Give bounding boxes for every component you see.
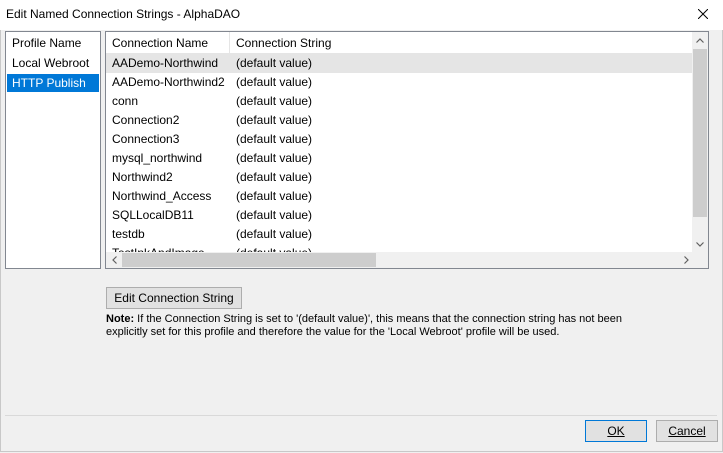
scroll-up-button[interactable] [692,32,708,48]
ok-button[interactable]: OK [585,420,647,442]
column-header-connection-string[interactable]: Connection String [236,36,331,50]
close-button[interactable] [693,4,713,24]
horizontal-scroll-thumb[interactable] [122,253,376,267]
horizontal-scrollbar[interactable] [106,252,694,268]
connection-name-cell: AADemo-Northwind [112,56,219,70]
edit-connection-string-button[interactable]: Edit Connection String [106,287,242,309]
vertical-scroll-thumb[interactable] [693,49,707,217]
profile-item-http-publish[interactable]: HTTP Publish [7,74,99,92]
table-row[interactable]: conn (default value) [106,92,694,111]
profile-item-local-webroot[interactable]: Local Webroot [7,54,99,72]
note-body: If the Connection String is set to '(def… [106,313,622,338]
connection-name-cell: Connection3 [112,132,180,146]
column-header-connection-name[interactable]: Connection Name [112,36,208,50]
connection-name-cell: testdb [112,227,145,241]
connection-string-cell: (default value) [236,189,313,203]
column-divider[interactable] [229,32,230,53]
note-text: Note: If the Connection String is set to… [106,313,626,339]
chevron-up-icon [696,37,704,43]
scroll-down-button[interactable] [692,236,708,252]
table-row[interactable]: AADemo-Northwind2 (default value) [106,73,694,92]
connection-string-cell: (default value) [236,170,313,184]
connection-grid[interactable]: Connection Name Connection String AADemo… [105,31,709,269]
footer-divider [5,415,717,416]
window-title: Edit Named Connection Strings - AlphaDAO [6,7,241,21]
scrollbar-corner [692,252,708,268]
scroll-left-button[interactable] [106,252,122,268]
table-row[interactable]: Northwind2 (default value) [106,168,694,187]
connection-string-cell: (default value) [236,227,313,241]
ok-label: OK [607,424,625,438]
connection-name-cell: mysql_northwind [112,151,203,165]
connection-string-cell: (default value) [236,132,313,146]
connection-name-cell: SQLLocalDB11 [112,208,194,222]
profile-list[interactable]: Profile Name Local Webroot HTTP Publish [5,31,101,269]
profile-list-header: Profile Name [12,36,82,50]
edit-connection-string-label: Edit Connection String [114,291,234,305]
grid-rows: AADemo-Northwind (default value) AADemo-… [106,54,694,254]
connection-string-cell: (default value) [236,151,313,165]
table-row[interactable]: Connection2 (default value) [106,111,694,130]
connection-name-cell: Connection2 [112,113,180,127]
table-row[interactable]: testdb (default value) [106,225,694,244]
table-row[interactable]: SQLLocalDB11 (default value) [106,206,694,225]
chevron-right-icon [683,256,689,264]
connection-string-cell: (default value) [236,56,313,70]
close-icon [698,9,708,19]
note-label: Note: [106,313,135,325]
connection-string-cell: (default value) [236,94,313,108]
connection-name-cell: Northwind2 [112,170,173,184]
table-row[interactable]: AADemo-Northwind (default value) [106,54,694,73]
chevron-down-icon [696,241,704,247]
chevron-left-icon [111,256,117,264]
table-row[interactable]: Connection3 (default value) [106,130,694,149]
table-row[interactable]: mysql_northwind (default value) [106,149,694,168]
connection-name-cell: AADemo-Northwind2 [112,75,225,89]
table-row[interactable]: Northwind_Access (default value) [106,187,694,206]
connection-string-cell: (default value) [236,208,313,222]
cancel-label: Cancel [668,424,706,438]
grid-header: Connection Name Connection String [106,32,694,54]
cancel-button[interactable]: Cancel [656,420,718,442]
connection-name-cell: Northwind_Access [112,189,212,203]
title-bar: Edit Named Connection Strings - AlphaDAO [0,0,723,31]
connection-name-cell: conn [112,94,139,108]
connection-string-cell: (default value) [236,113,313,127]
vertical-scrollbar[interactable] [692,32,708,252]
connection-string-cell: (default value) [236,75,313,89]
